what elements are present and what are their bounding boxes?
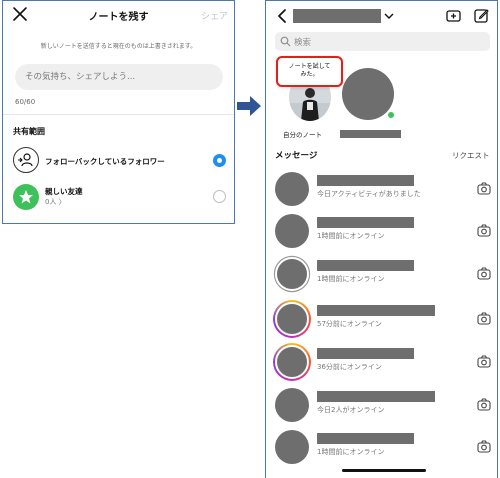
- conversation-row[interactable]: 今日アクティビティがありました: [266, 172, 497, 214]
- new-message-icon[interactable]: [474, 8, 489, 23]
- story-ring: [273, 300, 311, 338]
- avatar: [275, 302, 309, 336]
- redacted-name: [317, 348, 414, 359]
- conversation-row[interactable]: 1時間前にオンライン: [266, 430, 497, 472]
- option-close-friends-label[interactable]: 親しい友達: [45, 186, 83, 197]
- search-placeholder: 検索: [294, 38, 312, 48]
- my-note-label: 自分のノート: [283, 131, 322, 139]
- arrow-right-icon: [237, 96, 261, 116]
- activity-status: 今日2人がオンライン: [317, 406, 385, 414]
- redacted-name: [317, 391, 435, 402]
- note-input[interactable]: その気持ち、シェアしよう...: [15, 64, 223, 90]
- redacted-name: [317, 175, 414, 186]
- back-chevron-icon[interactable]: [276, 9, 288, 23]
- conversation-row[interactable]: 今日2人がオンライン: [266, 388, 497, 430]
- page-title: ノートを残す: [88, 12, 149, 23]
- note-bubble-highlight[interactable]: ノートを試して みた。: [276, 56, 343, 87]
- camera-icon[interactable]: [477, 440, 491, 453]
- redacted-name: [317, 217, 414, 228]
- redacted-username[interactable]: [293, 9, 381, 23]
- avatar: [275, 388, 309, 422]
- redacted-friend-name: [340, 130, 401, 138]
- redacted-name: [317, 433, 414, 444]
- friend-note-avatar[interactable]: [342, 68, 394, 120]
- audience-section-title: 共有範囲: [13, 127, 45, 136]
- conversation-row[interactable]: 57分前にオンライン: [266, 300, 497, 344]
- redacted-name: [317, 260, 414, 271]
- conversation-row[interactable]: 1時間前にオンライン: [266, 257, 497, 299]
- camera-icon[interactable]: [477, 267, 491, 280]
- follow-back-person-icon: [13, 147, 39, 173]
- char-counter: 60/60: [15, 98, 36, 106]
- messages-panel: 検索 ノートを試して みた。 自分のノート メッセージ リクエスト 今日アクティ…: [265, 0, 498, 478]
- story-ring: [273, 343, 311, 381]
- avatar: [275, 172, 309, 206]
- option-close-friends-radio[interactable]: [213, 190, 226, 203]
- camera-icon[interactable]: [477, 398, 491, 411]
- option-follow-back-label[interactable]: フォローバックしているフォロワー: [45, 156, 165, 167]
- avatar: [275, 430, 309, 464]
- avatar: [275, 345, 309, 379]
- requests-link[interactable]: リクエスト: [452, 150, 490, 161]
- activity-status: 1時間前にオンライン: [317, 275, 385, 283]
- camera-icon[interactable]: [477, 182, 491, 195]
- activity-status: 1時間前にオンライン: [317, 232, 385, 240]
- note-bubble-text-line2: みた。: [300, 71, 319, 78]
- camera-icon[interactable]: [477, 224, 491, 237]
- redacted-name: [317, 305, 435, 316]
- activity-status: 1時間前にオンライン: [317, 448, 385, 456]
- camera-icon[interactable]: [477, 312, 491, 325]
- search-icon: [280, 36, 291, 47]
- avatar: [275, 214, 309, 248]
- green-star-icon: [13, 184, 39, 210]
- home-indicator: [342, 469, 426, 472]
- conversation-row[interactable]: 36分前にオンライン: [266, 343, 497, 387]
- online-indicator: [387, 111, 395, 119]
- close-friends-count[interactable]: 0人 〉: [45, 197, 66, 207]
- divider: [3, 114, 234, 115]
- camera-icon[interactable]: [477, 355, 491, 368]
- chevron-down-icon[interactable]: [384, 12, 394, 20]
- video-call-icon[interactable]: [446, 9, 461, 23]
- conversation-row[interactable]: 1時間前にオンライン: [266, 214, 497, 256]
- avatar: [275, 257, 309, 291]
- activity-status: 36分前にオンライン: [317, 363, 382, 371]
- leave-note-panel: ノートを残す シェア 新しいノートを送信すると現在のものは上書きされます。 その…: [2, 0, 235, 224]
- activity-status: 57分前にオンライン: [317, 320, 382, 328]
- share-button[interactable]: シェア: [201, 9, 228, 22]
- messages-heading: メッセージ: [275, 151, 318, 161]
- overwrite-notice: 新しいノートを送信すると現在のものは上書きされます。: [40, 43, 197, 50]
- note-bubble-text-line1: ノートを試して: [288, 63, 331, 70]
- activity-status: 今日アクティビティがありました: [317, 190, 421, 198]
- radio-selected-dot: [217, 158, 222, 163]
